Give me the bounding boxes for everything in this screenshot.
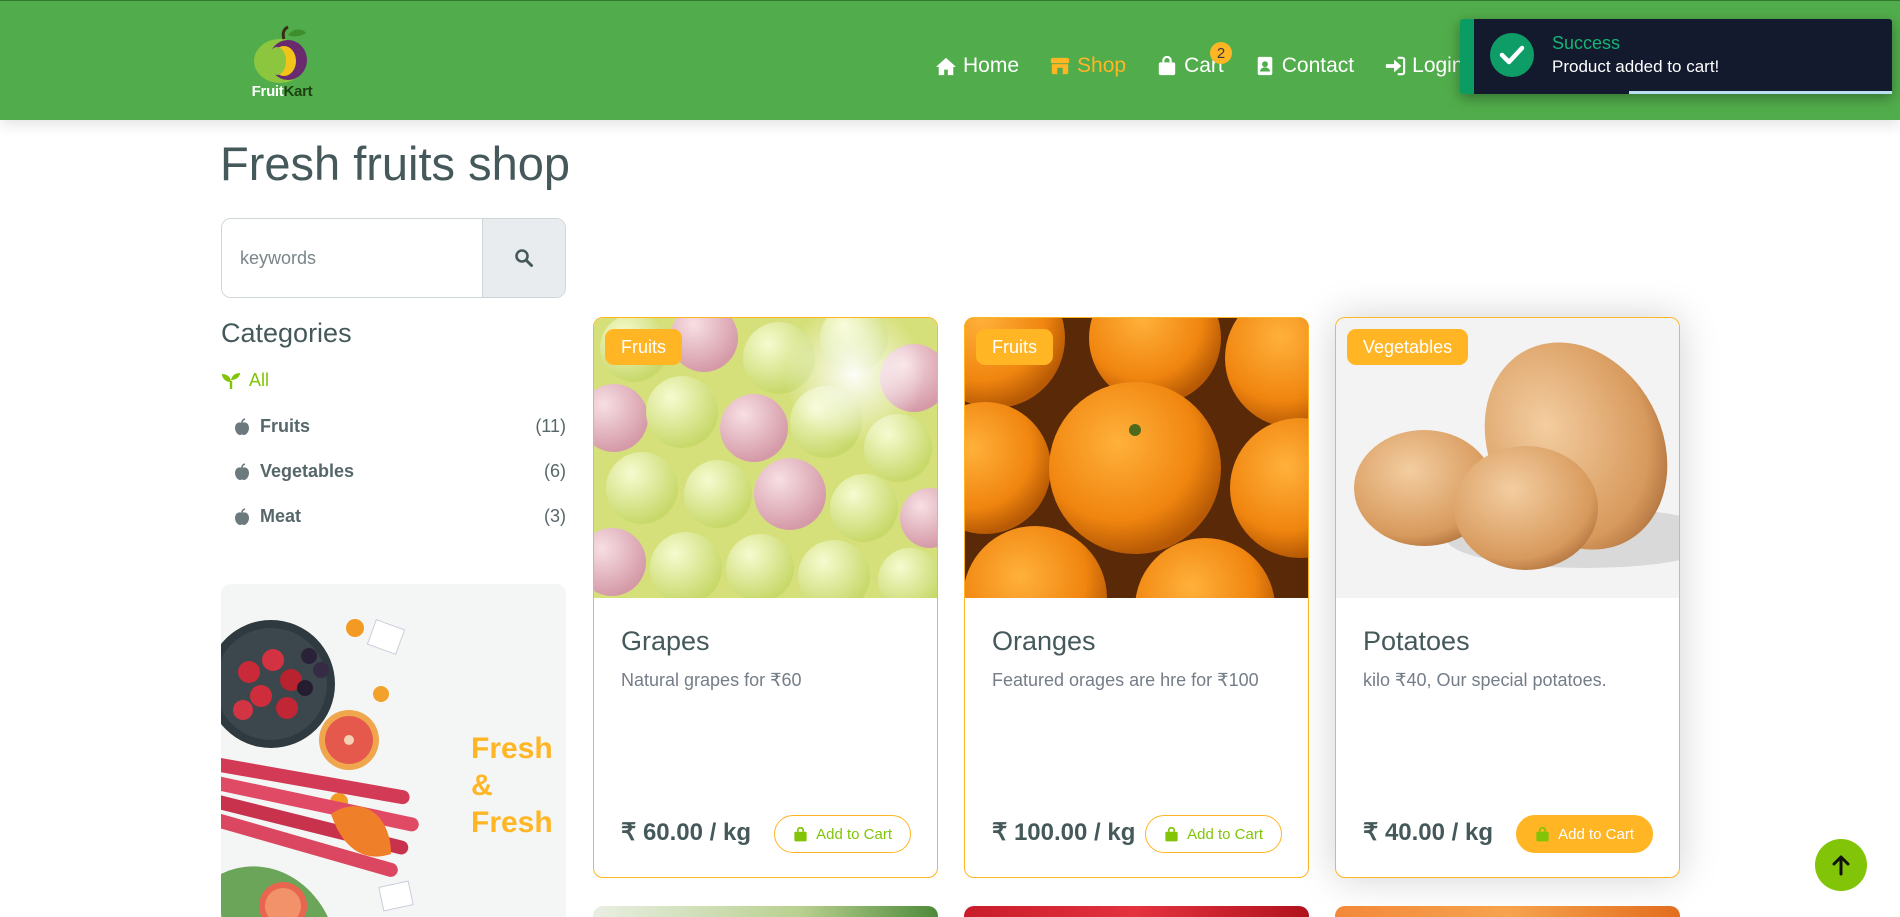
categories-title: Categories	[221, 318, 352, 348]
shopping-bag-icon	[1158, 56, 1176, 76]
banner-text: Fresh & Fresh	[471, 732, 553, 839]
product-name: Oranges	[992, 626, 1096, 656]
back-to-top-button[interactable]	[1815, 839, 1867, 891]
search-input[interactable]	[222, 219, 482, 297]
check-circle-icon	[1490, 33, 1534, 77]
fruitkart-logo[interactable]: FruitKart	[244, 25, 320, 105]
product-image[interactable]: Vegetables	[1336, 318, 1679, 598]
product-description: Featured orages are hre for ₹100	[992, 670, 1259, 690]
category-meat[interactable]: Meat (3)	[234, 506, 566, 527]
category-name: Vegetables	[260, 461, 355, 481]
add-to-cart-label: Add to Cart	[816, 825, 892, 843]
search-icon	[515, 249, 533, 267]
product-price: ₹ 60.00 / kg	[621, 819, 752, 846]
search-box	[221, 218, 566, 298]
search-button[interactable]	[482, 219, 565, 297]
category-name: Fruits	[260, 416, 311, 436]
seedling-icon	[222, 372, 240, 389]
product-name: Potatoes	[1363, 626, 1470, 656]
product-card-next[interactable]	[1335, 906, 1680, 917]
product-name: Grapes	[621, 626, 710, 656]
shop-icon	[1050, 57, 1070, 75]
product-category-tag: Vegetables	[1347, 329, 1469, 365]
product-image[interactable]: Fruits	[965, 318, 1308, 598]
nav-cart[interactable]: Cart 2	[1156, 42, 1233, 78]
add-to-cart-button[interactable]: Add to Cart	[1145, 815, 1282, 853]
shopping-bag-icon	[794, 826, 807, 841]
shopping-bag-icon	[1165, 826, 1178, 841]
nav-login[interactable]: Login	[1384, 54, 1464, 78]
product-category-tag: Fruits	[605, 329, 682, 365]
arrow-up-icon	[1832, 855, 1850, 876]
product-price: ₹ 100.00 / kg	[992, 819, 1136, 846]
toast-title: Success	[1552, 33, 1621, 53]
category-all-label: All	[249, 370, 270, 390]
add-to-cart-button[interactable]: Add to Cart	[1516, 815, 1653, 853]
product-price: ₹ 40.00 / kg	[1363, 819, 1494, 846]
category-count: (3)	[544, 506, 566, 526]
category-count: (6)	[544, 461, 566, 481]
nav-contact[interactable]: Contact	[1254, 54, 1354, 78]
category-all[interactable]: All	[221, 370, 269, 391]
apple-logo-icon	[254, 25, 307, 83]
apple-icon	[235, 507, 249, 525]
nav-shop-label: Shop	[1077, 54, 1127, 77]
product-image[interactable]: Fruits	[594, 318, 937, 598]
apple-icon	[235, 462, 249, 480]
product-card-next[interactable]	[964, 906, 1309, 917]
product-card[interactable]: Fruits Grapes Natural grapes for ₹60 ₹ 6…	[593, 317, 938, 878]
nav-shop[interactable]: Shop	[1049, 54, 1126, 78]
category-count: (11)	[535, 416, 566, 436]
product-card[interactable]: Vegetables Potatoes kilo ₹40, Our specia…	[1335, 317, 1680, 878]
nav-contact-label: Contact	[1281, 54, 1355, 77]
product-description: Natural grapes for ₹60	[621, 670, 802, 690]
main-nav: Home Shop Cart 2 Contact Login	[935, 42, 1464, 81]
product-category-tag: Fruits	[976, 329, 1053, 365]
apple-icon	[235, 417, 249, 435]
success-toast[interactable]: Success Product added to cart!	[1460, 19, 1892, 94]
promo-banner[interactable]: Fresh & Fresh	[221, 584, 566, 917]
product-card-next[interactable]	[593, 906, 938, 917]
page-title: Fresh fruits shop	[220, 137, 571, 190]
logo-wordmark: FruitKart	[251, 83, 313, 100]
home-icon	[936, 57, 956, 76]
add-to-cart-label: Add to Cart	[1558, 825, 1634, 843]
product-card[interactable]: Fruits Oranges Featured orages are hre f…	[964, 317, 1309, 878]
add-to-cart-label: Add to Cart	[1187, 825, 1263, 843]
nav-home-label: Home	[963, 54, 1020, 77]
add-to-cart-button[interactable]: Add to Cart	[774, 815, 911, 853]
contact-card-icon	[1257, 56, 1273, 76]
shopping-bag-icon	[1536, 826, 1549, 841]
category-vegetables[interactable]: Vegetables (6)	[234, 461, 566, 482]
category-name: Meat	[260, 506, 302, 526]
category-fruits[interactable]: Fruits (11)	[234, 416, 566, 437]
nav-login-label: Login	[1412, 54, 1464, 77]
nav-home[interactable]: Home	[935, 54, 1019, 78]
toast-message: Product added to cart!	[1552, 57, 1720, 76]
sign-in-icon	[1386, 56, 1406, 76]
toast-progress-bar	[1628, 91, 1892, 94]
cart-count-badge: 2	[1210, 42, 1233, 64]
product-description: kilo ₹40, Our special potatoes.	[1363, 670, 1607, 690]
